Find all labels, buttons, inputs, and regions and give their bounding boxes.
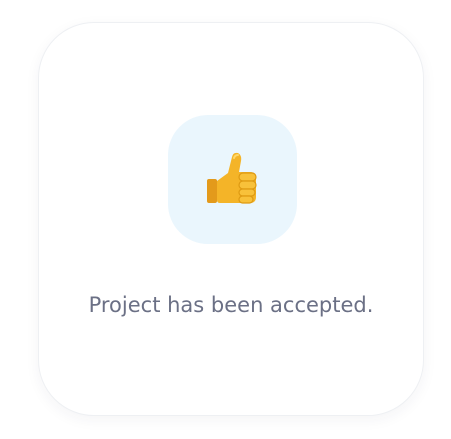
success-card: Project has been accepted. bbox=[38, 22, 424, 416]
thumbs-up-icon bbox=[207, 152, 257, 204]
success-message: Project has been accepted. bbox=[88, 293, 374, 317]
icon-tile bbox=[168, 115, 297, 244]
